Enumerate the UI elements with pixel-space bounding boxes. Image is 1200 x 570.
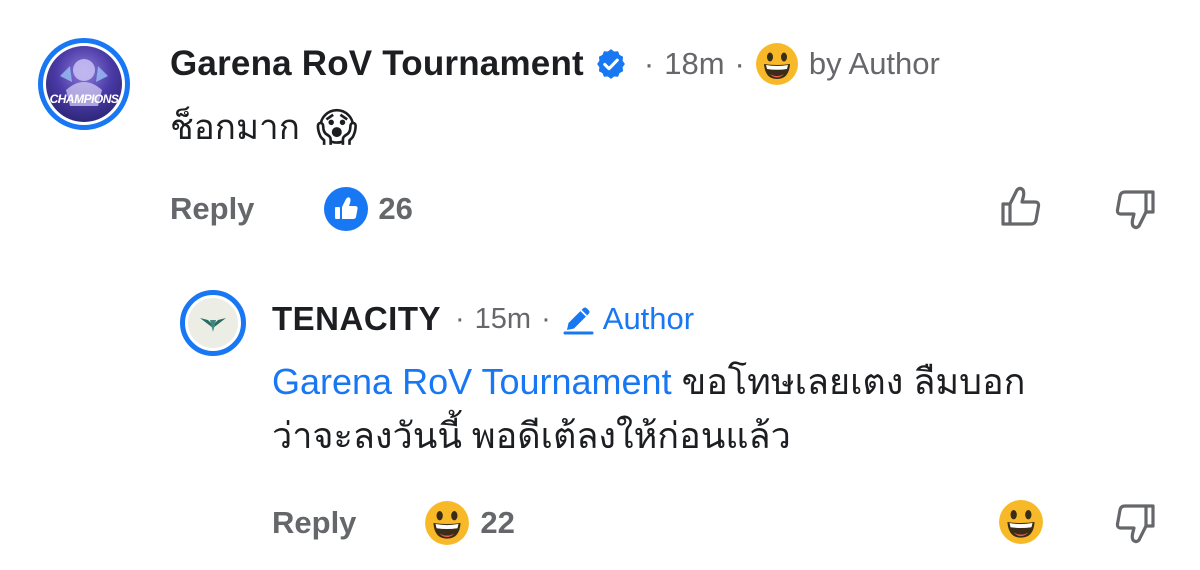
commenter-avatar[interactable]: CHAMPIONS	[38, 38, 130, 130]
avatar-logo-text: CHAMPIONS	[49, 92, 119, 106]
reply-actions: Reply 22	[272, 500, 515, 546]
separator-dot: ·	[455, 302, 465, 335]
tenacity-logo-icon	[200, 318, 226, 332]
reply-button[interactable]: Reply	[170, 191, 254, 227]
comment-actions: Reply 26	[170, 186, 413, 232]
reply-text: ขอโทษเลยเตง ลืมบอก	[671, 361, 1026, 402]
separator-dot: ·	[643, 46, 655, 81]
grinning-face-emoji-icon	[755, 42, 799, 86]
reply-body: Garena RoV Tournament ขอโทษเลยเตง ลืมบอก…	[272, 355, 1172, 463]
comment-header: Garena RoV Tournament · 18m · by Author	[170, 40, 940, 88]
reply-timestamp[interactable]: 15m	[475, 303, 531, 336]
grinning-face-icon	[999, 500, 1043, 544]
thumbs-down-icon	[1115, 504, 1155, 544]
reply-text-line: Garena RoV Tournament ขอโทษเลยเตง ลืมบอก	[272, 355, 1172, 409]
shocked-emoji: 😱	[315, 105, 358, 150]
reacted-haha-button[interactable]	[998, 499, 1044, 545]
comment-timestamp[interactable]: 18m	[664, 46, 724, 82]
like-button[interactable]	[998, 184, 1044, 230]
author-badge-label: Author	[602, 301, 695, 336]
thumbs-up-icon	[1001, 186, 1041, 226]
separator-dot: ·	[541, 302, 551, 335]
reply-text-line: ว่าจะลงวันนี้ พอดีเต้ลงให้ก่อนแล้ว	[272, 415, 791, 456]
reply-avatar[interactable]	[180, 290, 246, 356]
like-reaction-icon[interactable]	[324, 187, 369, 231]
reply-button[interactable]: Reply	[272, 505, 356, 541]
avatar-image	[188, 298, 238, 348]
author-tag: by Author	[808, 46, 940, 81]
mention-link[interactable]: Garena RoV Tournament	[272, 361, 672, 402]
champions-logo-icon	[60, 59, 108, 106]
grinning-face-reaction-icon[interactable]	[424, 500, 470, 546]
thumbs-down-icon	[1115, 190, 1155, 230]
reaction-count[interactable]: 22	[480, 505, 514, 541]
verified-badge-icon	[594, 47, 628, 81]
comment-body: ช็อกมาก 😱	[170, 100, 358, 155]
comment-text: ช็อกมาก	[170, 108, 300, 147]
commenter-name[interactable]: Garena RoV Tournament	[170, 44, 584, 84]
pencil-icon	[563, 307, 594, 335]
reply-author-name[interactable]: TENACITY	[272, 300, 441, 338]
avatar-image: CHAMPIONS	[46, 46, 122, 122]
dislike-button[interactable]	[1112, 500, 1158, 546]
dislike-button[interactable]	[1112, 186, 1158, 232]
reaction-count[interactable]: 26	[378, 191, 412, 227]
reply-header: TENACITY · 15m · Author	[272, 297, 694, 341]
author-badge: Author	[561, 301, 694, 337]
separator-dot: ·	[734, 46, 745, 81]
